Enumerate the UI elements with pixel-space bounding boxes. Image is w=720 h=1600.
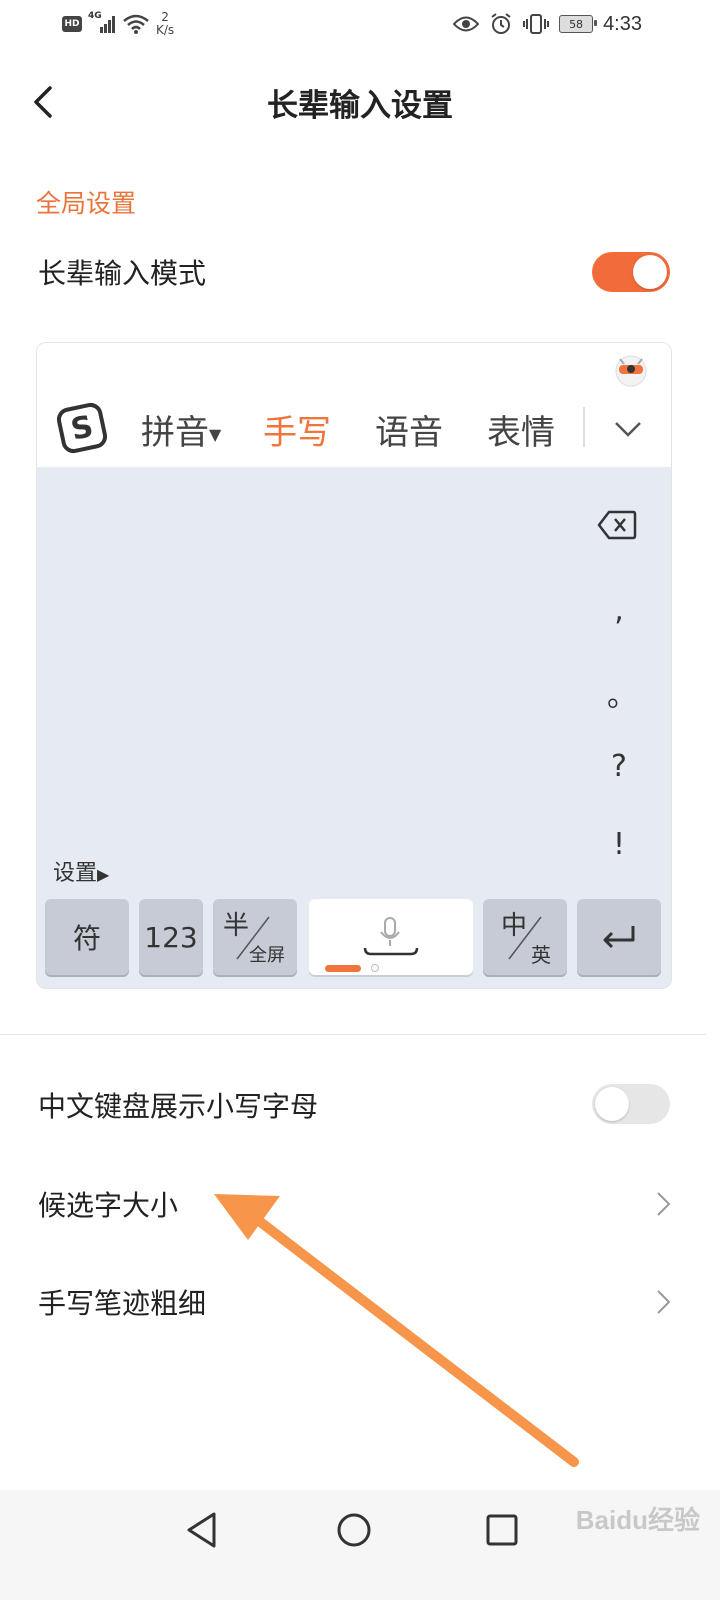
nav-back-icon[interactable] (184, 1510, 220, 1550)
nav-home-icon[interactable] (334, 1510, 374, 1550)
annotation-arrow (214, 1194, 579, 1467)
nav-recents-icon[interactable] (484, 1512, 520, 1548)
watermark-logo: Baidu经验 (575, 1505, 700, 1535)
